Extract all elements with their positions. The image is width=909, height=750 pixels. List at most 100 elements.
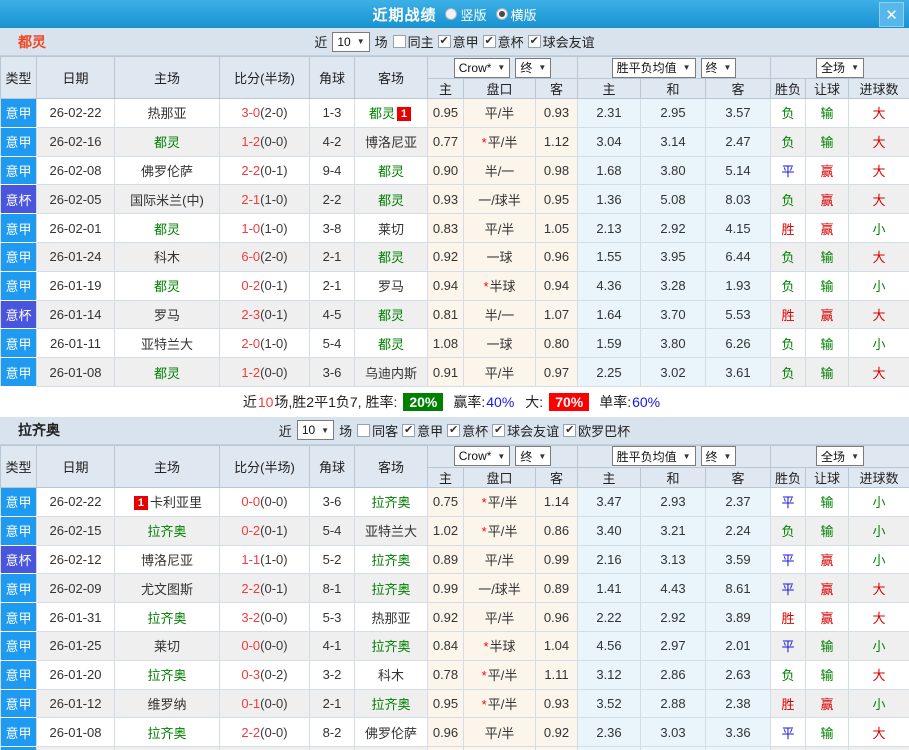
avg-group-header: 胜平负均值 ▼ 终 ▼: [576, 56, 772, 79]
close-button[interactable]: ✕: [879, 2, 904, 27]
odds-away-cell: 0.89: [535, 573, 578, 604]
filter-checkbox-意甲[interactable]: ✔ 意甲: [437, 32, 479, 51]
initial-handicap-star: *: [481, 135, 487, 151]
home-team-cell: 博洛尼亚: [114, 544, 220, 575]
odds-away-cell: 0.97: [535, 357, 578, 387]
odds-source-dropdown[interactable]: Crow* ▼: [453, 446, 511, 467]
avg-home-cell: 2.13: [577, 213, 641, 243]
filter-checkbox-同客[interactable]: 同客: [357, 421, 398, 440]
filter-checkbox-意甲[interactable]: ✔ 意甲: [402, 421, 443, 440]
big-rate-badge: 70%: [549, 392, 590, 411]
handicap-cell: *平/半: [463, 746, 536, 750]
date-cell: 26-01-31: [36, 602, 115, 632]
avg-draw-cell: 3.13: [640, 544, 706, 575]
home-team-cell: 罗马: [114, 299, 220, 330]
checkbox-icon[interactable]: ✔: [402, 423, 416, 437]
odds-home-cell: 1.03: [427, 746, 464, 750]
avg-draw-cell: 3.95: [640, 241, 706, 272]
result-cell: 负: [770, 357, 807, 387]
match-count-dropdown[interactable]: 10 ▼: [332, 31, 370, 52]
match-count-dropdown[interactable]: 10 ▼: [296, 420, 335, 441]
radio-icon[interactable]: [495, 8, 508, 20]
match-row: 意甲 26-01-11 亚特兰大 2-0(1-0) 5-4 都灵 1.08 一球 0.80 1.5…: [0, 328, 909, 359]
scope-dropdown[interactable]: 全场 ▼: [816, 57, 864, 78]
away-team-cell: 拉齐奥: [354, 486, 428, 517]
chevron-down-icon: ▼: [851, 63, 859, 72]
checkbox-label: 意甲: [417, 423, 444, 439]
corner-cell: 9-4: [309, 155, 355, 186]
avg-source-dropdown[interactable]: 胜平负均值 ▼: [611, 446, 696, 467]
score-cell: 2-2(0-1): [219, 155, 310, 186]
odds-source-dropdown[interactable]: Crow* ▼: [453, 57, 511, 78]
handicap-cell: 一球: [463, 328, 536, 359]
avg-final-dropdown[interactable]: 终 ▼: [700, 57, 737, 78]
chevron-down-icon: ▼: [682, 63, 691, 72]
radio-icon[interactable]: [445, 8, 458, 20]
avg-final-dropdown[interactable]: 终 ▼: [700, 446, 737, 467]
filter-row: 拉齐奥 近 10 ▼ 场 同客 ✔ 意甲 ✔ 意杯 ✔ 球会友谊 ✔ 欧罗巴杯: [0, 416, 909, 445]
odds-home-cell: 0.75: [427, 486, 464, 517]
scope-dropdown[interactable]: 全场 ▼: [816, 446, 864, 467]
away-team-cell: 拉齐奥: [354, 630, 428, 661]
result-cell: 平: [770, 544, 807, 575]
checkbox-label: 意杯: [462, 423, 489, 439]
match-type-cell: 意甲: [0, 270, 37, 301]
initial-handicap-star: *: [481, 495, 487, 511]
away-team-cell: 都灵: [354, 184, 428, 215]
odds-home-cell: 0.90: [427, 155, 464, 186]
handicap-result-cell: 输: [805, 515, 850, 546]
checkbox-icon[interactable]: ✔: [447, 423, 461, 437]
checkbox-icon[interactable]: ✔: [482, 35, 496, 48]
date-cell: 26-02-22: [36, 98, 115, 128]
avg-away-cell: 1.93: [704, 270, 772, 301]
filter-checkbox-球会友谊[interactable]: ✔ 球会友谊: [492, 421, 559, 440]
checkbox-icon[interactable]: ✔: [437, 35, 451, 48]
checkbox-icon[interactable]: [357, 423, 371, 437]
radio-label: 横版: [510, 7, 537, 23]
checkbox-icon[interactable]: ✔: [527, 35, 541, 48]
section-torino: 都灵 近 10 ▼ 场 同主 ✔ 意甲 ✔ 意杯 ✔ 球会友谊 类型 日期 主场 比: [0, 28, 909, 417]
goals-result-cell: 小: [848, 328, 909, 359]
handicap-result-cell: 输: [805, 659, 850, 690]
match-type-cell: 意甲: [0, 241, 37, 272]
col-odds-home: 主: [427, 78, 464, 99]
filter-checkbox-意杯[interactable]: ✔ 意杯: [482, 32, 524, 51]
match-type-cell: 意杯: [0, 299, 37, 330]
avg-draw-cell: 5.08: [640, 184, 706, 215]
filter-checkbox-球会友谊[interactable]: ✔ 球会友谊: [527, 32, 595, 51]
checkbox-icon[interactable]: [392, 35, 406, 48]
handicap-cell: 一球: [463, 241, 536, 272]
handicap-result-cell: 赢: [805, 213, 850, 243]
corner-cell: 5-4: [309, 328, 355, 359]
away-team-cell: 拉齐奥: [354, 688, 428, 719]
handicap-result-cell: 输: [805, 746, 850, 750]
games-label: 场: [374, 35, 388, 50]
odds-away-cell: 0.80: [535, 328, 578, 359]
games-label: 场: [339, 423, 353, 439]
handicap-result-cell: 赢: [805, 155, 850, 186]
avg-home-cell: 1.59: [577, 328, 641, 359]
col-corner: 角球: [309, 444, 355, 488]
initial-handicap-star: *: [483, 639, 489, 655]
filter-checkbox-意杯[interactable]: ✔ 意杯: [447, 421, 488, 440]
filter-checkbox-欧罗巴杯[interactable]: ✔ 欧罗巴杯: [563, 421, 630, 440]
view-option-horizontal[interactable]: 横版: [495, 5, 537, 24]
score-cell: 3-0(2-0): [219, 98, 310, 128]
score-cell: 1-0(1-0): [219, 213, 310, 243]
filter-checkbox-同主[interactable]: 同主: [392, 32, 434, 51]
odds-final-dropdown[interactable]: 终 ▼: [515, 57, 552, 78]
checkbox-icon[interactable]: ✔: [563, 423, 577, 437]
match-type-cell: 意甲: [0, 717, 37, 748]
odds-home-cell: 0.96: [427, 717, 464, 748]
avg-home-cell: 2.22: [577, 602, 641, 632]
checkbox-label: 意杯: [497, 35, 524, 50]
result-cell: 负: [770, 270, 807, 301]
home-team-cell: 拉齐奥: [114, 717, 220, 748]
checkbox-icon[interactable]: ✔: [492, 423, 506, 437]
odds-final-dropdown[interactable]: 终 ▼: [515, 446, 552, 467]
view-option-vertical[interactable]: 竖版: [445, 5, 487, 24]
avg-source-dropdown[interactable]: 胜平负均值 ▼: [611, 57, 696, 78]
section-lazio: 拉齐奥 近 10 ▼ 场 同客 ✔ 意甲 ✔ 意杯 ✔ 球会友谊 ✔ 欧罗巴杯 类型 日期 主场: [0, 416, 909, 750]
match-type-cell: 意甲: [0, 357, 37, 387]
corner-cell: 4-1: [309, 630, 355, 661]
